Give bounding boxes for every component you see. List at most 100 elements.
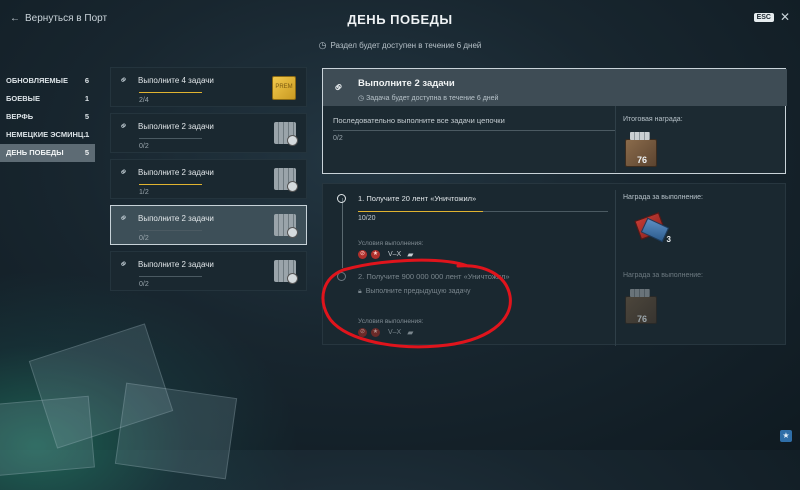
- chain-link-icon: ⚭: [117, 165, 131, 180]
- task-progress: 0/2: [139, 235, 149, 242]
- task-progress: 0/2: [139, 281, 149, 288]
- category-label: ДЕНЬ ПОБЕДЫ: [6, 148, 64, 157]
- ship-class-icon: ▰: [407, 328, 414, 337]
- conditions-row: ⊘ ★ V–X ▰: [358, 250, 413, 260]
- task-title: Выполните 2 задачи: [138, 168, 214, 177]
- chain-progress: 0/2: [333, 135, 343, 142]
- top-bar: ← Вернуться в Порт ДЕНЬ ПОБЕДЫ ◷ Раздел бу…: [0, 0, 800, 56]
- star-badge-icon: ★: [371, 328, 380, 337]
- task-card[interactable]: ⚭ Выполните 2 задачи 1/2: [110, 159, 307, 199]
- conditions-row: ⊘ ★ V–X ▰: [358, 328, 413, 338]
- close-icon[interactable]: ✕: [780, 10, 790, 24]
- category-count: 6: [84, 76, 89, 85]
- category-count: 5: [84, 148, 89, 157]
- step-reward-count: 3: [666, 235, 671, 244]
- coins-reward-icon: [274, 122, 298, 146]
- coins-reward-icon: [274, 214, 298, 238]
- chain-availability-text: Задача будет доступна в течение 6 дней: [366, 95, 499, 102]
- divider: [615, 106, 616, 172]
- conditions-label: Условия выполнения:: [358, 240, 424, 247]
- clock-icon: ◷: [358, 95, 367, 102]
- task-progress-bar: [139, 138, 202, 139]
- divider: [615, 268, 616, 346]
- esc-key-hint: ESC: [753, 13, 774, 22]
- star-corner-icon[interactable]: ★: [780, 430, 792, 442]
- step-reward-label: Награда за выполнение:: [623, 194, 703, 201]
- flag-icon: [640, 217, 670, 243]
- tier-range: V–X: [388, 251, 402, 258]
- no-entry-badge-icon: ⊘: [358, 328, 367, 337]
- task-title: Выполните 2 задачи: [138, 214, 214, 223]
- task-title: Выполните 4 задачи: [138, 76, 214, 85]
- final-reward-count: 76: [637, 155, 648, 165]
- chain-link-icon: ⚭: [117, 119, 131, 134]
- tier-range: V–X: [388, 329, 402, 336]
- lock-icon: 🔒︎: [358, 288, 362, 295]
- task-progress-bar: [139, 230, 202, 231]
- no-entry-badge-icon: ⊘: [358, 250, 367, 259]
- decor-photo: [0, 395, 95, 477]
- task-progress-bar: [139, 184, 202, 185]
- task-progress-fill: [139, 92, 202, 93]
- decor-photo: [114, 382, 238, 480]
- task-progress: 2/4: [139, 97, 149, 104]
- chain-description: Последовательно выполните все задачи цеп…: [333, 116, 505, 125]
- task-progress-fill: [139, 184, 202, 185]
- step-reward-count: 76: [637, 314, 648, 324]
- step-title: 2. Получите 900 000 000 лент «Уничтожил»: [358, 272, 510, 281]
- conditions-label: Условия выполнения:: [358, 318, 424, 325]
- category-sidebar: ОБНОВЛЯЕМЫЕ 6 БОЕВЫЕ 1 ВЕРФЬ 5 НЕМЕЦКИЕ ЭСМ…: [0, 72, 95, 162]
- task-card[interactable]: ⚭ Выполните 2 задачи 0/2: [110, 251, 307, 291]
- task-progress: 0/2: [139, 143, 149, 150]
- step-status-circle[interactable]: [337, 194, 346, 203]
- task-detail-panel: ⚭ Выполните 2 задачи ◷ Задача будет дост…: [322, 68, 787, 346]
- chain-title: Выполните 2 задачи: [358, 78, 455, 89]
- task-card-selected[interactable]: ⚭ Выполните 2 задачи 0/2: [110, 205, 307, 245]
- clock-icon: ◷: [318, 40, 327, 50]
- category-item-victory-day[interactable]: ДЕНЬ ПОБЕДЫ 5: [0, 144, 95, 162]
- availability-note: ◷ Раздел будет доступен в течение 6 дней: [0, 40, 800, 51]
- category-label: БОЕВЫЕ: [6, 94, 40, 103]
- availability-text: Раздел будет доступен в течение 6 дней: [330, 41, 482, 50]
- task-progress-bar: [139, 92, 202, 93]
- category-item[interactable]: ВЕРФЬ 5: [0, 108, 95, 126]
- flags-reward-icon: 3: [633, 212, 671, 244]
- final-reward-label: Итоговая награда:: [623, 116, 683, 123]
- page-title: ДЕНЬ ПОБЕДЫ: [347, 12, 453, 27]
- chain-progress-bar: [333, 130, 615, 131]
- step-status-circle[interactable]: [337, 272, 346, 281]
- task-card[interactable]: ⚭ Выполните 4 задачи 2/4 PREM: [110, 67, 307, 107]
- task-title: Выполните 2 задачи: [138, 122, 214, 131]
- step-1: 1. Получите 20 лент «Уничтожил» 10/20 Ус…: [323, 190, 787, 268]
- step-progress: 10/20: [358, 215, 376, 222]
- step-progress-bar: [358, 211, 608, 212]
- coins-reward-icon: [274, 168, 298, 192]
- category-item[interactable]: ОБНОВЛЯЕМЫЕ 6: [0, 72, 95, 90]
- chain-link-icon: ⚭: [117, 211, 131, 226]
- chain-summary-card: ⚭ Выполните 2 задачи ◷ Задача будет дост…: [322, 68, 787, 174]
- step-title: 1. Получите 20 лент «Уничтожил»: [358, 194, 477, 203]
- gold-reward-icon: PREM: [272, 76, 296, 100]
- task-progress: 1/2: [139, 189, 149, 196]
- step-2: 2. Получите 900 000 000 лент «Уничтожил»…: [323, 268, 787, 346]
- step-lock-text: Выполните предыдущую задачу: [365, 288, 471, 295]
- divider: [615, 190, 616, 268]
- chain-availability: ◷ Задача будет доступна в течение 6 дней: [358, 94, 498, 102]
- chain-steps: 1. Получите 20 лент «Уничтожил» 10/20 Ус…: [322, 183, 787, 346]
- task-title: Выполните 2 задачи: [138, 260, 214, 269]
- category-item[interactable]: НЕМЕЦКИЕ ЭСМИНЦ... 1: [0, 126, 95, 144]
- coins-reward-icon: [274, 260, 298, 284]
- ship-class-icon: ▰: [407, 250, 414, 259]
- chain-link-icon: ⚭: [117, 73, 131, 88]
- background-decoration: [0, 270, 300, 490]
- step-progress-fill: [358, 211, 483, 212]
- task-card[interactable]: ⚭ Выполните 2 задачи 0/2: [110, 113, 307, 153]
- category-label: ВЕРФЬ: [6, 112, 34, 121]
- category-count: 5: [84, 112, 89, 121]
- star-badge-icon: ★: [371, 250, 380, 259]
- step-reward-label: Награда за выполнение:: [623, 272, 703, 279]
- category-label: ОБНОВЛЯЕМЫЕ: [6, 76, 68, 85]
- category-item[interactable]: БОЕВЫЕ 1: [0, 90, 95, 108]
- task-progress-bar: [139, 276, 202, 277]
- category-count: 1: [84, 94, 89, 103]
